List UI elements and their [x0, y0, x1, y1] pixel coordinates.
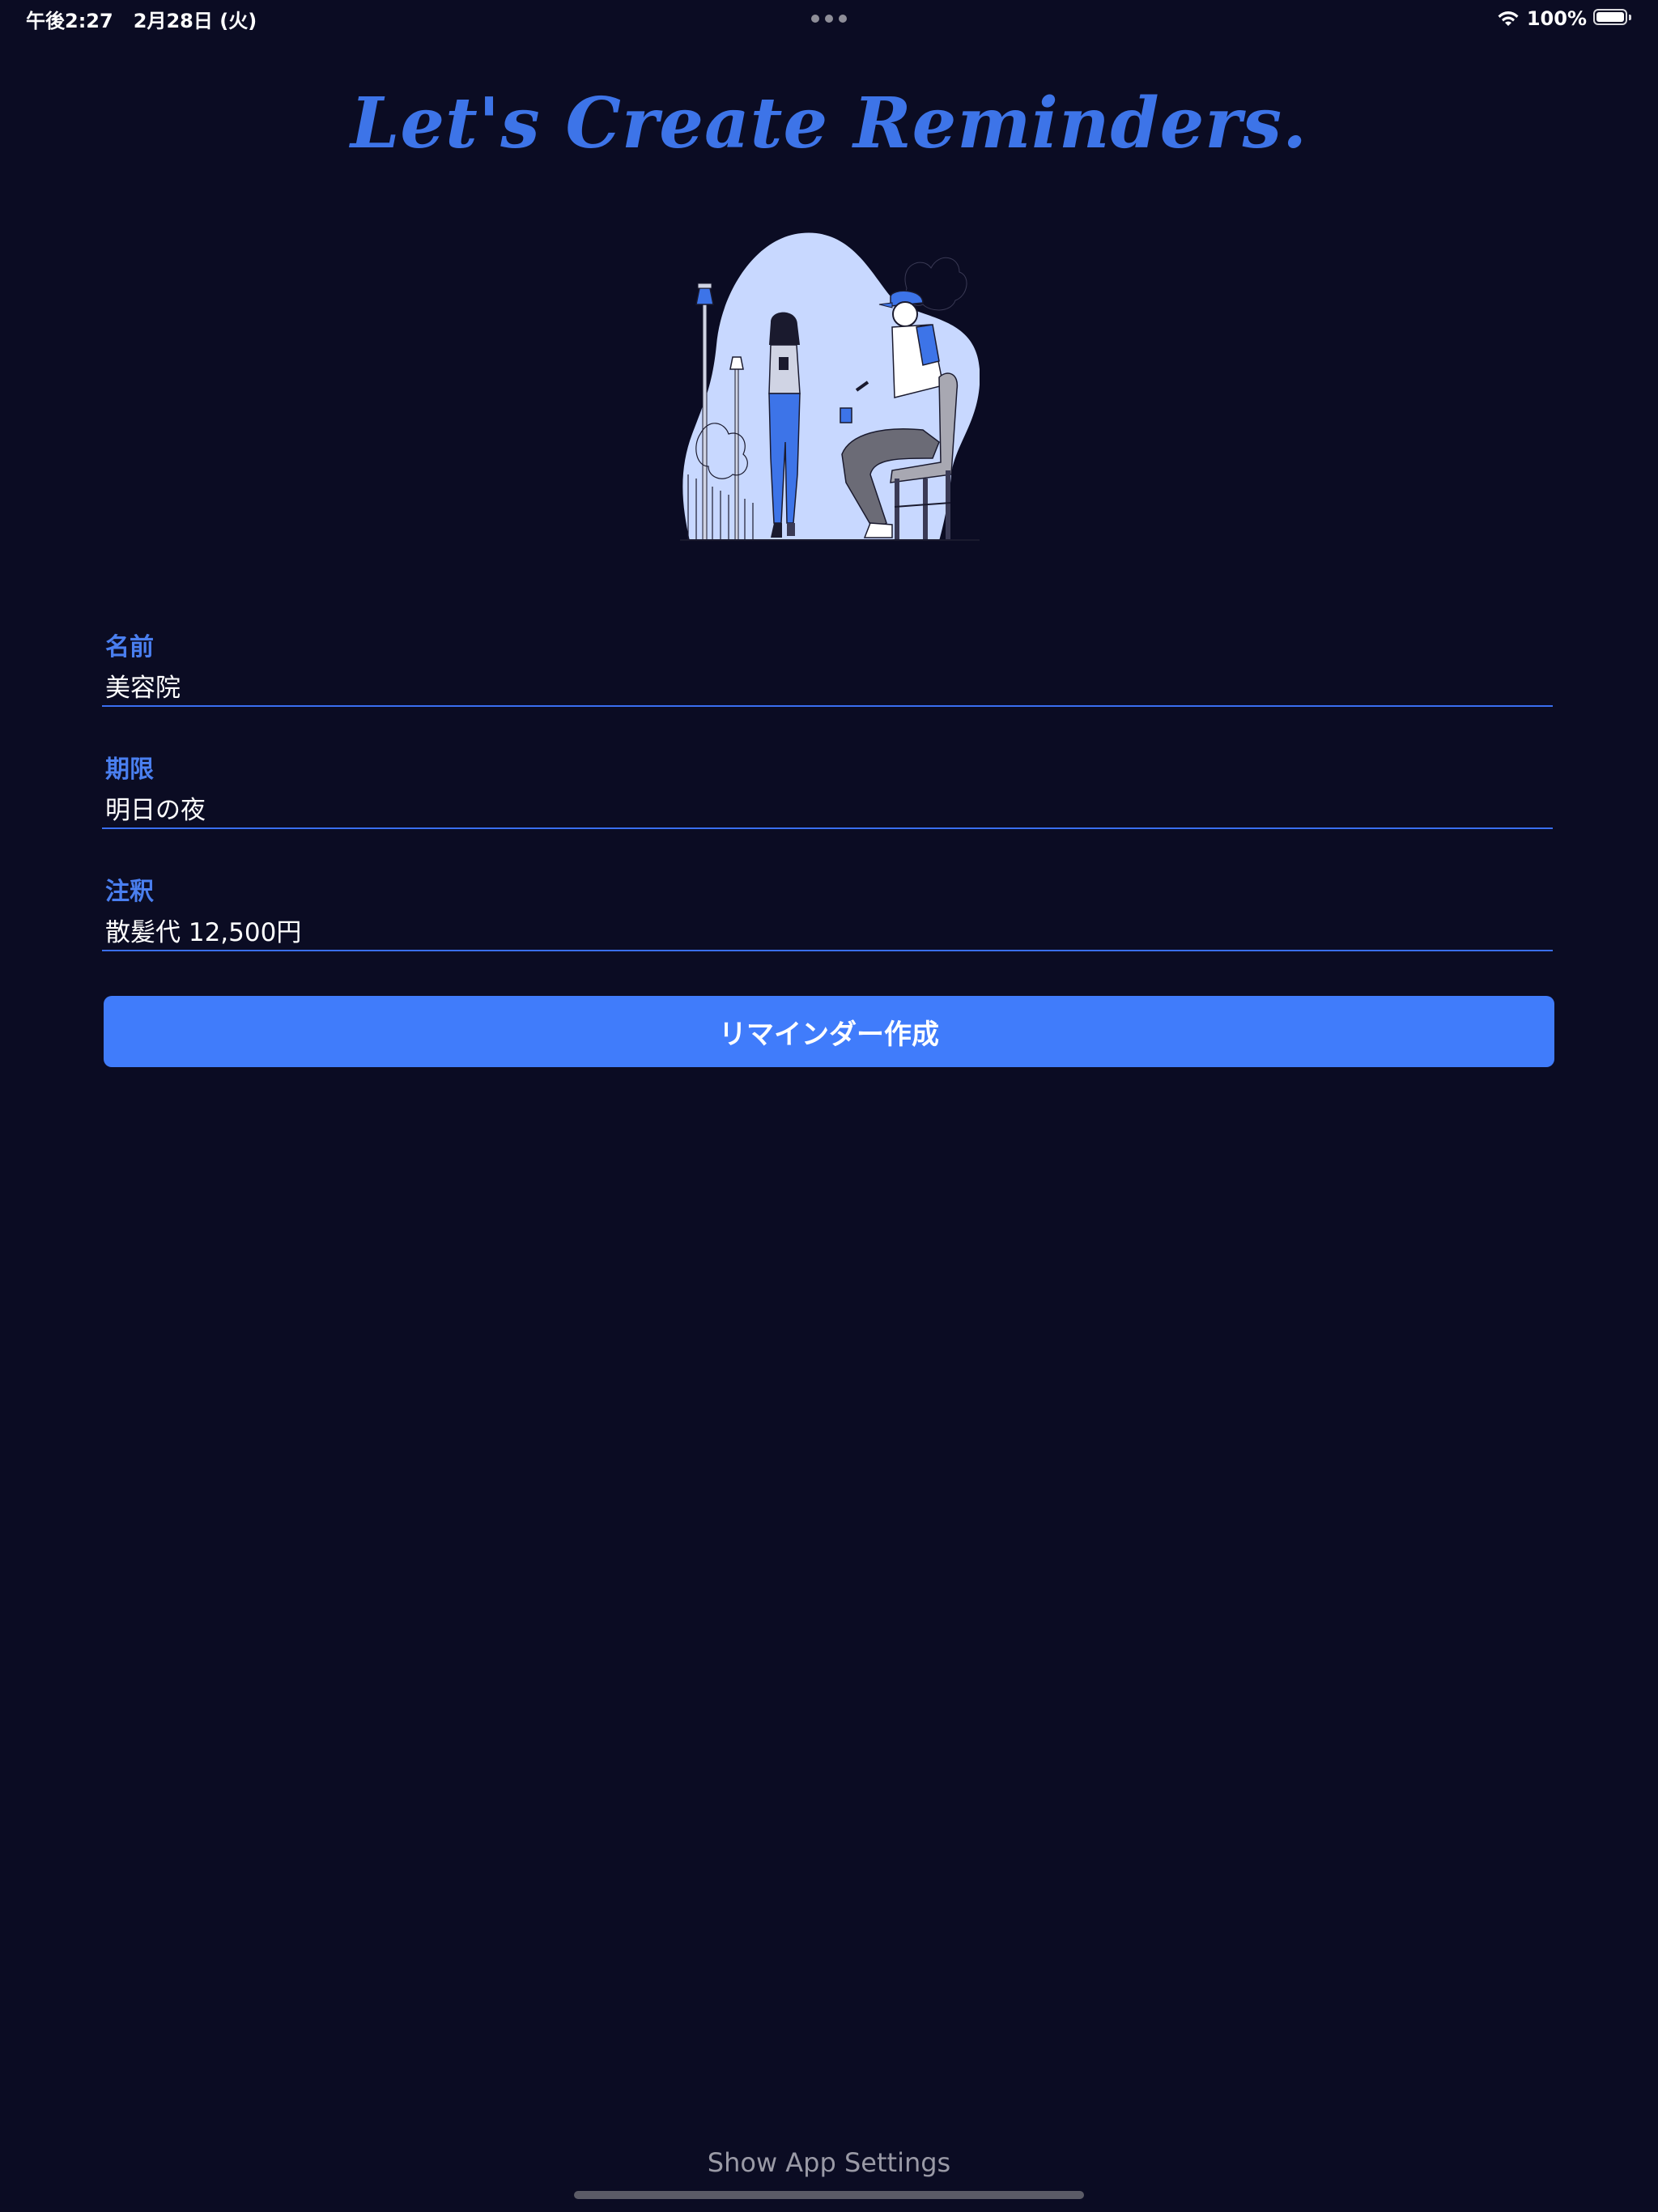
battery-icon — [1593, 9, 1634, 28]
show-app-settings-link[interactable]: Show App Settings — [0, 2147, 1658, 2178]
name-input[interactable]: 美容院 — [105, 667, 181, 704]
name-label: 名前 — [105, 633, 154, 661]
people-with-phones-illustration — [680, 232, 980, 541]
dot — [811, 15, 819, 23]
status-bar: 午後2:27 2月28日 (火) 100% — [0, 0, 1658, 39]
due-underline — [102, 827, 1553, 829]
dot — [825, 15, 833, 23]
status-time: 午後2:27 — [26, 10, 113, 32]
name-underline — [102, 705, 1553, 707]
note-underline — [102, 950, 1553, 951]
name-field[interactable]: 名前 美容院 — [102, 627, 1553, 716]
page-title: Let's Create Reminders. — [350, 83, 1308, 164]
note-field[interactable]: 注釈 散髪代 12,500円 — [102, 871, 1553, 960]
multitasking-menu-icon[interactable] — [811, 15, 847, 23]
due-field[interactable]: 期限 明日の夜 — [102, 749, 1553, 838]
wifi-icon — [1498, 11, 1519, 26]
due-input[interactable]: 明日の夜 — [105, 789, 206, 826]
battery-percentage: 100% — [1526, 7, 1587, 30]
dot — [839, 15, 847, 23]
home-indicator[interactable] — [574, 2191, 1084, 2199]
status-indicators: 100% — [1496, 5, 1634, 32]
due-label: 期限 — [105, 755, 154, 784]
note-input[interactable]: 散髪代 12,500円 — [105, 912, 301, 948]
status-clock: 午後2:27 2月28日 (火) — [26, 5, 257, 33]
note-label: 注釈 — [105, 878, 154, 906]
create-reminder-button[interactable]: リマインダー作成 — [104, 996, 1554, 1067]
status-date: 2月28日 (火) — [133, 10, 257, 32]
